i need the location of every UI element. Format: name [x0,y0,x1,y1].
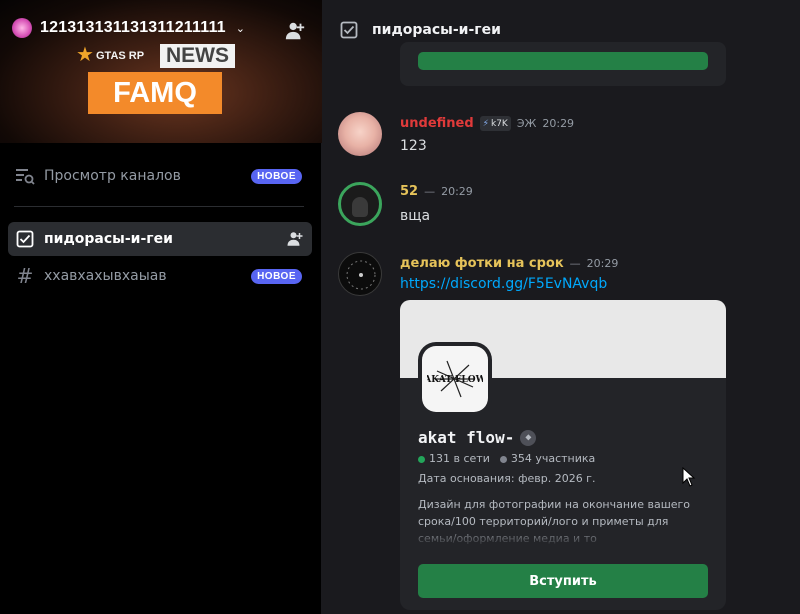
chevron-down-icon: ⌄ [235,21,245,35]
banner-news-text: NEWS [160,44,235,68]
member-count: 354 участника [499,452,595,465]
invite-stats: 131 в сети 354 участника [418,452,595,465]
channel-sidebar: 121313131131311211111 ⌄ ★ GTAS RP NEWS F… [0,0,322,614]
invite-server-name: akat flow- ◆ [418,428,537,447]
separator: — [569,257,581,270]
lightning-icon: ⚡ [482,118,489,129]
join-button[interactable]: Вступить [418,564,708,598]
server-banner: 121313131131311211111 ⌄ ★ GTAS RP NEWS F… [0,0,322,143]
username[interactable]: делаю фотки на срок [400,256,564,271]
browse-channels-icon [14,165,36,187]
server-invite-embed: AKAT FLOW akat flow- ◆ 131 в сети 354 уч… [400,300,726,610]
previous-invite-embed [400,42,726,86]
channel-label: ххавхахывхаыав [44,268,167,284]
message-text: вща [400,208,431,224]
server-name: 121313131131311211111 [40,19,226,36]
online-count: 131 в сети [418,452,490,465]
banner-logo: ★ GTAS RP NEWS FAMQ [72,42,252,116]
server-avatar [12,18,32,38]
previous-join-button[interactable] [418,52,708,70]
invite-link[interactable]: https://discord.gg/F5EvNAvqb [400,276,607,292]
channel-label: пидорасы-и-геи [44,231,173,247]
browse-channels-item[interactable]: Просмотр каналов НОВОЕ [8,160,312,192]
invite-people-icon[interactable] [284,20,306,42]
role-icon: ЭЖ [516,117,537,130]
new-badge: НОВОЕ [251,169,302,184]
server-header[interactable]: 121313131131311211111 ⌄ [12,18,245,38]
banner-famq-text: FAMQ [88,72,222,114]
chat-area: пидорасы-и-геи undefined ⚡ k7K ЭЖ 20:29 … [322,0,800,614]
channel-item[interactable]: # ххавхахывхаыав НОВОЕ [8,260,312,292]
server-badge-icon: ◆ [520,429,537,446]
avatar[interactable] [338,182,382,226]
rules-channel-icon [14,228,36,250]
username[interactable]: undefined [400,116,474,131]
founded-date: Дата основания: февр. 2026 г. [418,472,596,485]
avatar[interactable] [338,112,382,156]
akat-flow-logo-icon: AKAT FLOW [427,360,483,398]
server-tag-label: k7K [490,118,508,129]
new-badge: НОВОЕ [251,269,302,284]
decorative-avatar-icon [346,260,376,290]
banner-gtas-text: GTAS RP [96,50,145,62]
timestamp: 20:29 [441,185,473,198]
sidebar-divider [14,206,304,207]
server-description: Дизайн для фотографии на окончание вашег… [418,498,691,545]
channel-item-active[interactable]: пидорасы-и-геи [8,222,312,256]
invite-server-icon: AKAT FLOW [418,342,492,416]
avatar[interactable] [338,252,382,296]
star-icon: ★ [76,42,94,66]
message-text: 123 [400,138,427,154]
mouse-cursor-icon [682,467,696,487]
timestamp: 20:29 [586,257,619,270]
add-member-icon[interactable] [286,230,304,248]
channel-title: пидорасы-и-геи [372,22,501,38]
server-name-text: akat flow- [418,428,515,447]
timestamp: 20:29 [542,117,575,130]
browse-channels-label: Просмотр каналов [44,168,181,184]
svg-text:AKAT FLOW: AKAT FLOW [427,375,483,385]
hash-icon: # [16,264,34,288]
username[interactable]: 52 [400,184,418,199]
separator: — [424,185,436,198]
server-tag[interactable]: ⚡ k7K [479,116,511,131]
rules-channel-icon [340,21,358,39]
